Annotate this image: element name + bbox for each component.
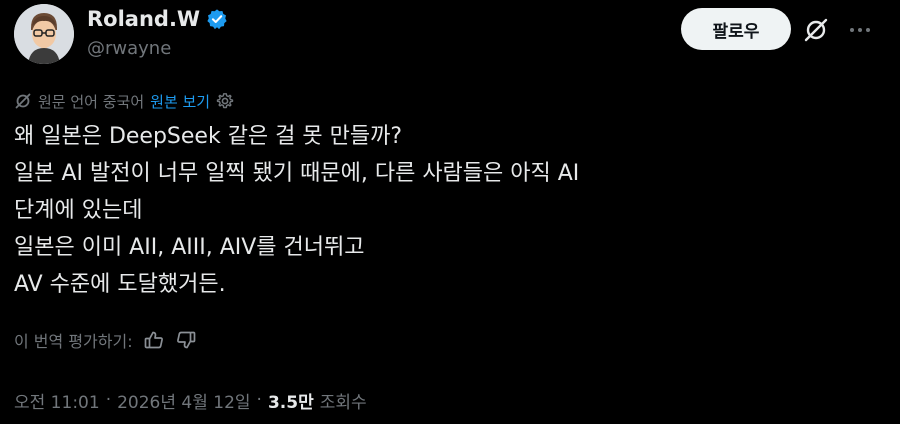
tweet-time[interactable]: 오전 11:01 [14, 388, 100, 413]
tweet-meta: 오전 11:01 · 2026년 4월 12일 · 3.5만 조회수 [14, 386, 367, 414]
views-label: 조회수 [319, 392, 367, 413]
tweet-line: 일본은 이미 AII, AIII, AIV를 건너뛰고 [14, 235, 365, 260]
show-original-link[interactable]: 원본 보기 [150, 91, 210, 112]
follow-button[interactable]: 팔로우 [681, 8, 791, 50]
verified-badge-icon [207, 9, 227, 30]
tweet-date[interactable]: 2026년 4월 12일 [117, 388, 250, 413]
translation-source-text: 원문 언어 중국어 [38, 92, 145, 111]
avatar-illustration [14, 4, 74, 64]
tweet-line: 왜 일본은 DeepSeek 같은 걸 못 만들까? [14, 124, 403, 149]
thumbs-up-icon[interactable] [143, 329, 165, 351]
tweet-line: 단계에 있는데 [14, 198, 143, 223]
rate-translation: 이 번역 평가하기: [14, 326, 197, 354]
translate-icon [15, 93, 31, 109]
tweet-line: AV 수준에 도달했거든. [14, 272, 226, 297]
tweet-header: Roland.W @rwayne 팔로우 [14, 2, 886, 64]
gear-icon[interactable] [216, 92, 234, 110]
tweet-text: 왜 일본은 DeepSeek 같은 걸 못 만들까? 일본 AI 발전이 너무 … [14, 118, 874, 303]
slashed-circle-icon[interactable] [802, 16, 830, 44]
translation-notice: 원문 언어 중국어 원본 보기 [14, 88, 234, 114]
meta-separator: · [256, 390, 262, 410]
tweet-line: 일본 AI 발전이 너무 일찍 됐기 때문에, 다른 사람들은 아직 AI [14, 161, 580, 186]
thumbs-down-icon[interactable] [175, 329, 197, 351]
avatar[interactable] [14, 4, 74, 64]
display-name[interactable]: Roland.W [87, 7, 228, 31]
more-horizontal-icon[interactable] [846, 16, 874, 44]
meta-separator: · [105, 390, 112, 410]
rate-translation-label: 이 번역 평가하기: [14, 332, 133, 351]
handle[interactable]: @rwayne [87, 38, 171, 59]
views-count: 3.5만 [267, 392, 314, 413]
display-name-text[interactable]: Roland.W [87, 7, 200, 31]
